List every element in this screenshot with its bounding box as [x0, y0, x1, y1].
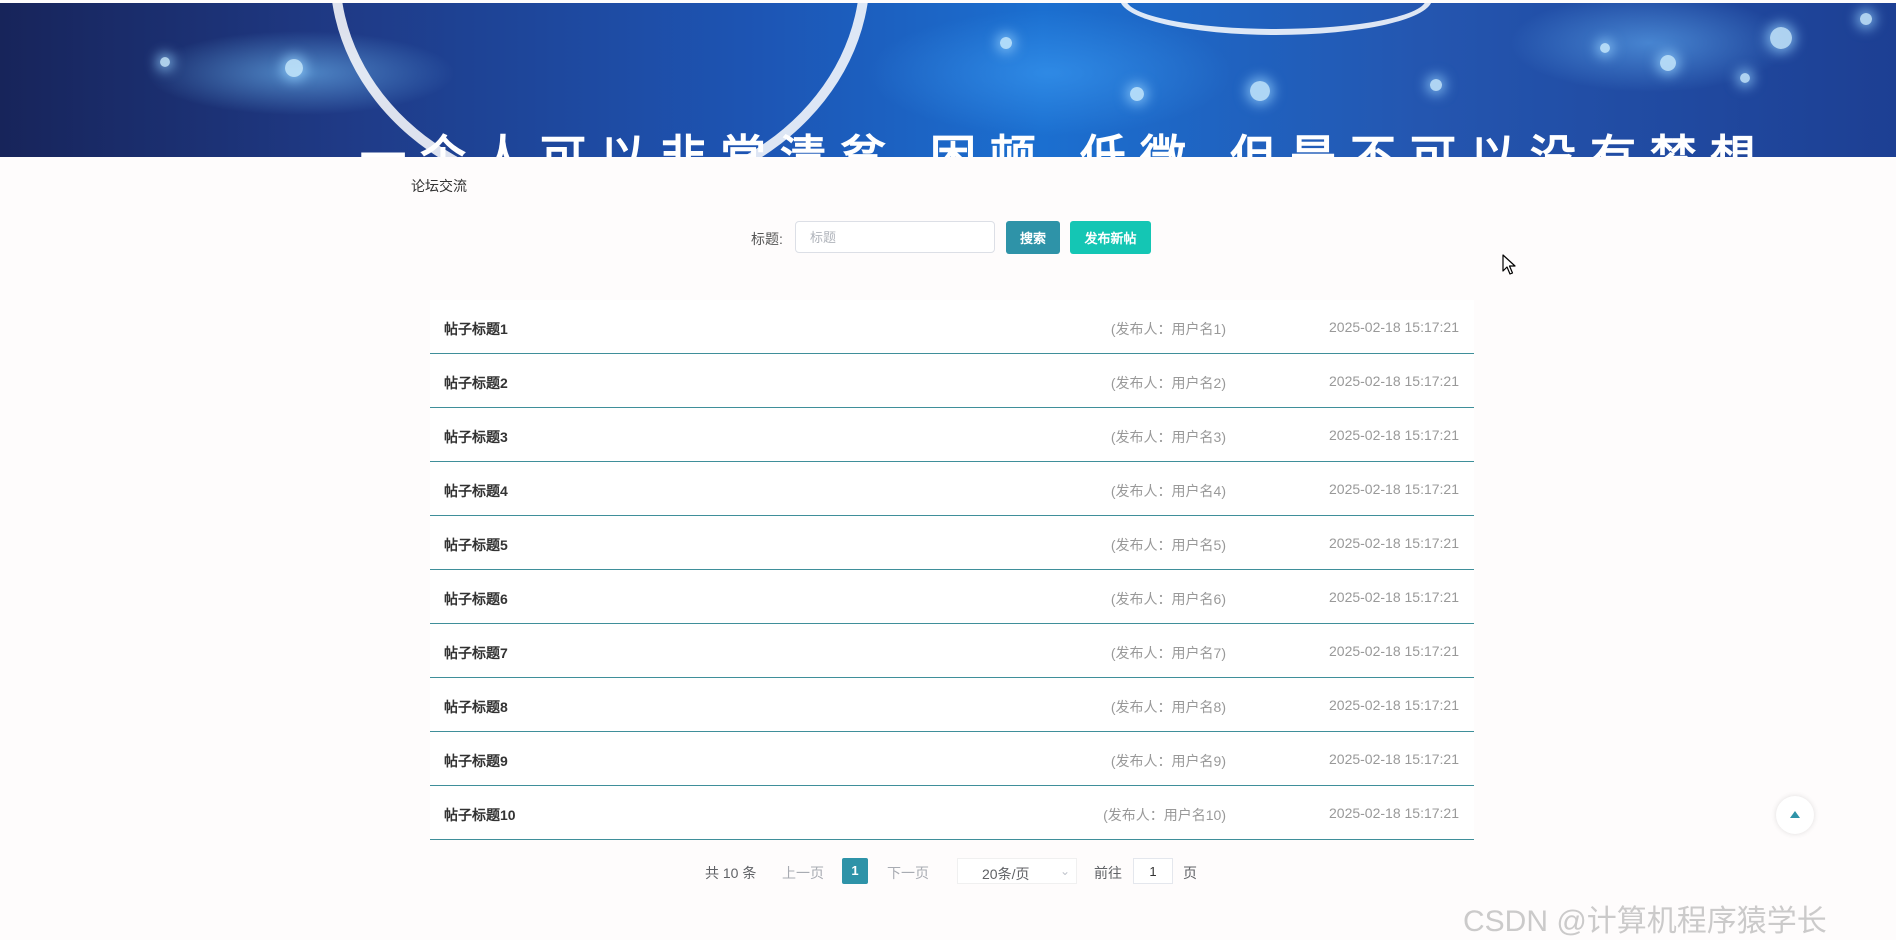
post-row[interactable]: 帖子标题4 (发布人：用户名4) 2025-02-18 15:17:21: [430, 462, 1474, 516]
post-author: (发布人：用户名9): [1110, 753, 1226, 769]
search-label: 标题:: [751, 231, 783, 247]
post-author: (发布人：用户名2): [1110, 375, 1226, 391]
post-title[interactable]: 帖子标题8: [444, 697, 508, 717]
post-author: (发布人：用户名7): [1110, 645, 1226, 661]
pagination: 共 10 条 上一页 1 下一页 20条/页 ⌄ 前往 页: [0, 858, 1896, 884]
page-size-value: 20条/页: [982, 866, 1030, 882]
back-to-top-button[interactable]: [1776, 796, 1814, 834]
mouse-pointer-icon: [1502, 254, 1516, 275]
post-row[interactable]: 帖子标题7 (发布人：用户名7) 2025-02-18 15:17:21: [430, 624, 1474, 678]
page-size-select[interactable]: 20条/页 ⌄: [957, 858, 1077, 884]
post-author: (发布人：用户名4): [1110, 483, 1226, 499]
chevron-down-icon: ⌄: [1059, 864, 1070, 878]
goto-suffix: 页: [1183, 865, 1197, 881]
arrow-up-icon: [1790, 811, 1800, 818]
search-bar: 标题: 搜索 发布新帖: [0, 220, 1896, 256]
post-row[interactable]: 帖子标题3 (发布人：用户名3) 2025-02-18 15:17:21: [430, 408, 1474, 462]
post-row[interactable]: 帖子标题5 (发布人：用户名5) 2025-02-18 15:17:21: [430, 516, 1474, 570]
post-row[interactable]: 帖子标题8 (发布人：用户名8) 2025-02-18 15:17:21: [430, 678, 1474, 732]
next-page-button[interactable]: 下一页: [887, 863, 929, 883]
post-author: (发布人：用户名10): [1103, 807, 1226, 823]
post-author: (发布人：用户名8): [1110, 699, 1226, 715]
post-time: 2025-02-18 15:17:21: [1329, 319, 1459, 335]
post-list: 帖子标题1 (发布人：用户名1) 2025-02-18 15:17:21 帖子标…: [430, 300, 1474, 840]
post-time: 2025-02-18 15:17:21: [1329, 589, 1459, 605]
breadcrumb: 论坛交流: [411, 178, 467, 194]
banner-slogan: 一个人可以非常清贫 困顿 低微 但是不可以没有梦想: [360, 130, 1771, 157]
watermark: CSDN @计算机程序猿学长: [1463, 905, 1827, 938]
post-title[interactable]: 帖子标题5: [444, 535, 508, 555]
post-row[interactable]: 帖子标题9 (发布人：用户名9) 2025-02-18 15:17:21: [430, 732, 1474, 786]
prev-page-button[interactable]: 上一页: [782, 863, 824, 883]
goto-label: 前往: [1094, 865, 1122, 881]
pagination-total: 共 10 条: [705, 865, 757, 881]
post-time: 2025-02-18 15:17:21: [1329, 643, 1459, 659]
banner-logo-stroke: [1120, 3, 1432, 35]
post-author: (发布人：用户名5): [1110, 537, 1226, 553]
post-title[interactable]: 帖子标题3: [444, 427, 508, 447]
post-row[interactable]: 帖子标题10 (发布人：用户名10) 2025-02-18 15:17:21: [430, 786, 1474, 840]
post-title[interactable]: 帖子标题2: [444, 373, 508, 393]
post-title[interactable]: 帖子标题6: [444, 589, 508, 609]
post-title[interactable]: 帖子标题9: [444, 751, 508, 771]
post-author: (发布人：用户名1): [1110, 321, 1226, 337]
new-post-button[interactable]: 发布新帖: [1070, 221, 1151, 254]
post-row[interactable]: 帖子标题6 (发布人：用户名6) 2025-02-18 15:17:21: [430, 570, 1474, 624]
post-time: 2025-02-18 15:17:21: [1329, 373, 1459, 389]
post-time: 2025-02-18 15:17:21: [1329, 427, 1459, 443]
search-input[interactable]: [795, 221, 995, 253]
post-time: 2025-02-18 15:17:21: [1329, 751, 1459, 767]
goto-page-input[interactable]: [1133, 858, 1173, 884]
header-banner: 一个人可以非常清贫 困顿 低微 但是不可以没有梦想: [0, 3, 1896, 157]
page-number-current[interactable]: 1: [842, 858, 868, 884]
post-time: 2025-02-18 15:17:21: [1329, 805, 1459, 821]
post-title[interactable]: 帖子标题10: [444, 805, 516, 825]
post-row[interactable]: 帖子标题1 (发布人：用户名1) 2025-02-18 15:17:21: [430, 300, 1474, 354]
post-row[interactable]: 帖子标题2 (发布人：用户名2) 2025-02-18 15:17:21: [430, 354, 1474, 408]
post-time: 2025-02-18 15:17:21: [1329, 697, 1459, 713]
post-title[interactable]: 帖子标题1: [444, 319, 508, 339]
post-author: (发布人：用户名3): [1110, 429, 1226, 445]
post-title[interactable]: 帖子标题7: [444, 643, 508, 663]
search-button[interactable]: 搜索: [1006, 221, 1060, 254]
post-author: (发布人：用户名6): [1110, 591, 1226, 607]
post-time: 2025-02-18 15:17:21: [1329, 481, 1459, 497]
post-title[interactable]: 帖子标题4: [444, 481, 508, 501]
post-time: 2025-02-18 15:17:21: [1329, 535, 1459, 551]
